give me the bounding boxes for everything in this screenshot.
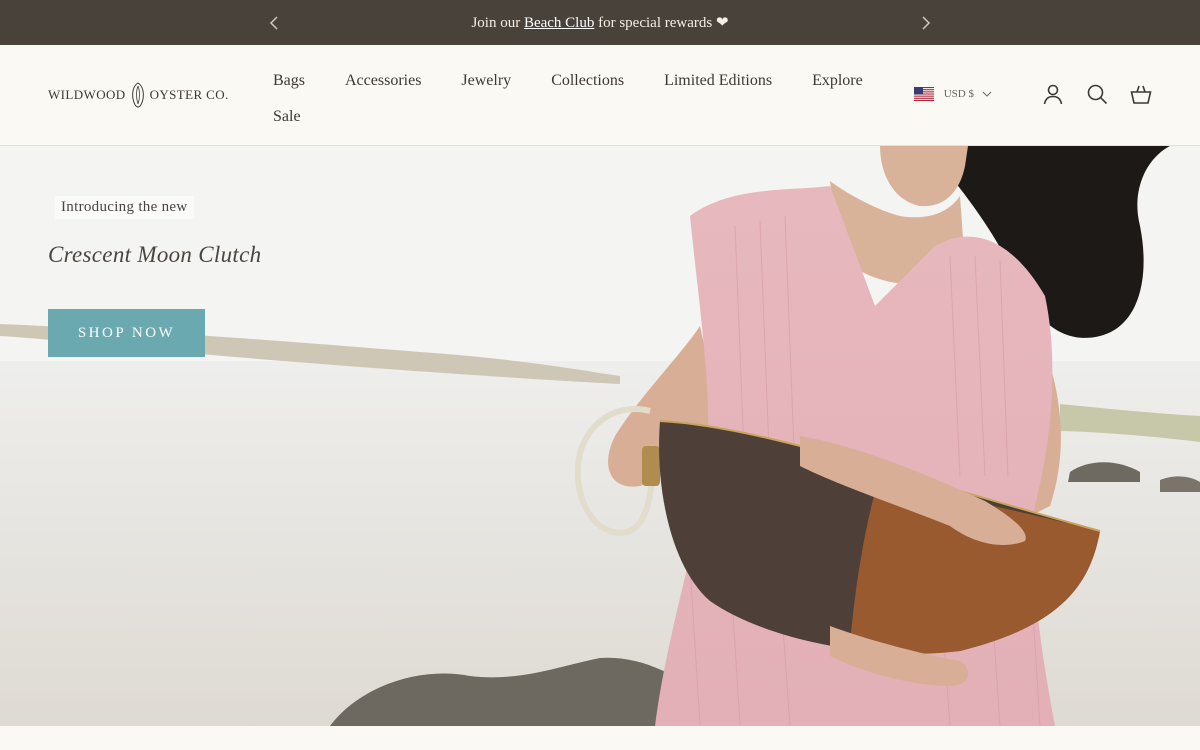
currency-label: USD $: [943, 88, 974, 100]
cart-icon[interactable]: [1130, 83, 1152, 105]
nav-item-limited-editions[interactable]: Limited Editions: [664, 72, 772, 90]
hero-headline: Crescent Moon Clutch: [48, 242, 262, 267]
beach-club-link[interactable]: Beach Club: [524, 15, 594, 31]
announcement-suffix: for special rewards ❤: [594, 15, 729, 31]
hero-image: [0, 146, 1200, 726]
currency-selector[interactable]: USD $: [913, 87, 992, 101]
search-icon[interactable]: [1086, 83, 1108, 105]
nav-item-collections[interactable]: Collections: [551, 72, 624, 90]
account-icon[interactable]: [1042, 83, 1064, 105]
nav-row-primary: Bags Accessories Jewelry Collections Lim…: [273, 63, 893, 99]
hero-banner: Introducing the new Crescent Moon Clutch…: [0, 146, 1200, 726]
brand-name-left: WILDWOOD: [48, 87, 126, 102]
brand-logo[interactable]: WILDWOOD OYSTER CO.: [48, 82, 229, 108]
chevron-down-icon: [982, 91, 992, 97]
hero-eyebrow: Introducing the new: [55, 196, 194, 219]
nav-item-accessories[interactable]: Accessories: [345, 72, 421, 90]
page-bottom-strip: [0, 726, 1200, 750]
nav-item-jewelry[interactable]: Jewelry: [461, 72, 511, 90]
site-header: WILDWOOD OYSTER CO. Bags Accessories Jew…: [0, 45, 1200, 146]
oyster-shell-icon: [131, 82, 144, 108]
nav-item-bags[interactable]: Bags: [273, 72, 305, 90]
main-navigation: Bags Accessories Jewelry Collections Lim…: [273, 63, 893, 135]
brand-name-right: OYSTER CO.: [149, 87, 229, 102]
shop-now-button[interactable]: SHOP NOW: [48, 309, 205, 357]
nav-item-sale[interactable]: Sale: [273, 108, 301, 126]
announcement-text: Join our Beach Club for special rewards …: [471, 13, 728, 32]
chevron-left-icon[interactable]: [264, 13, 284, 33]
header-utilities: USD $: [913, 83, 1152, 105]
us-flag-icon: [913, 87, 934, 101]
nav-item-explore[interactable]: Explore: [812, 72, 863, 90]
announcement-prefix: Join our: [471, 15, 524, 31]
announcement-bar: Join our Beach Club for special rewards …: [0, 0, 1200, 45]
nav-row-secondary: Sale: [273, 99, 893, 135]
chevron-right-icon[interactable]: [916, 13, 936, 33]
